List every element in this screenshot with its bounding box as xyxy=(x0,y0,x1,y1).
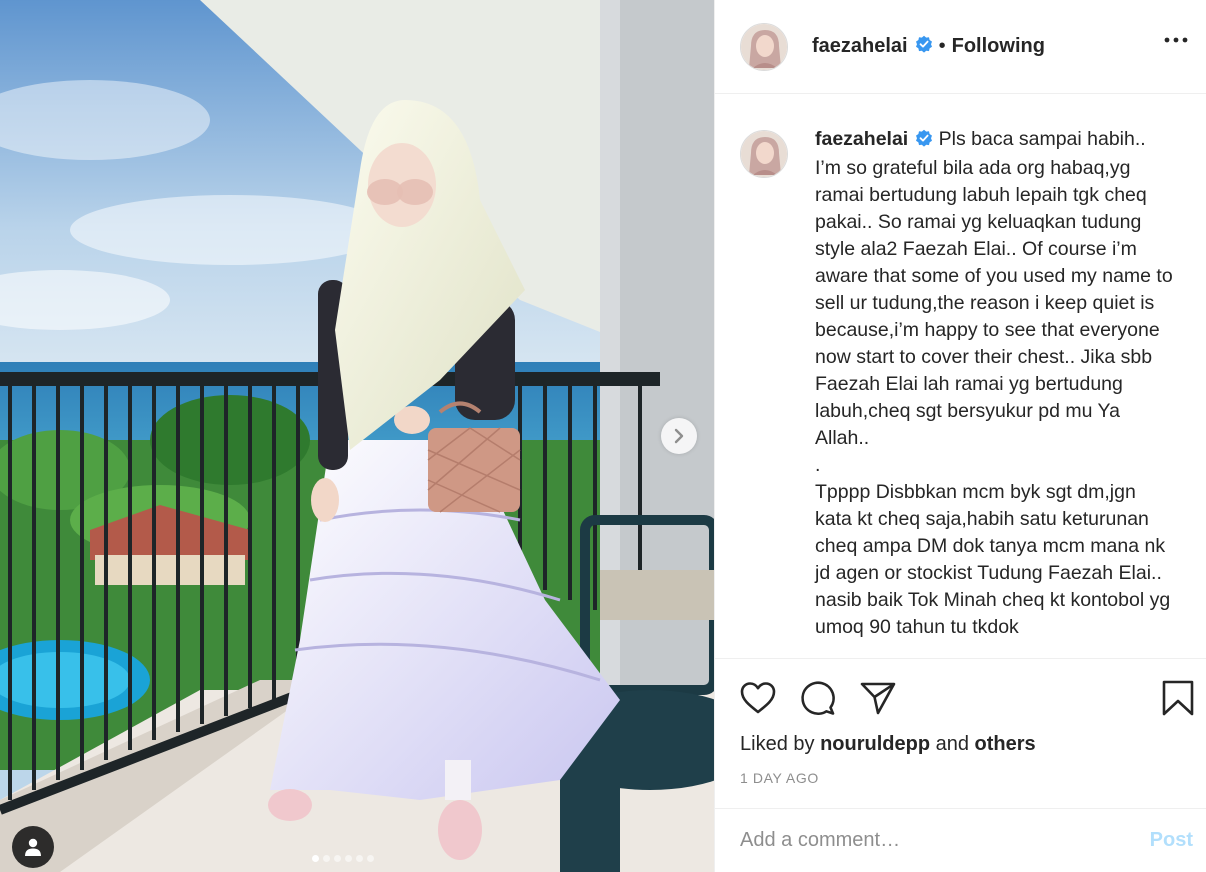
carousel-dot xyxy=(356,855,363,862)
carousel-indicator xyxy=(312,855,374,862)
action-icons xyxy=(739,679,897,717)
tagged-users-button[interactable] xyxy=(12,826,54,868)
profile-photo xyxy=(741,131,787,177)
caption-text: Pls baca sampai habih.. I’m so grateful … xyxy=(815,128,1173,638)
bookmark-icon[interactable] xyxy=(1159,679,1197,717)
paper-plane-icon[interactable] xyxy=(859,679,897,717)
likes-prefix: Liked by xyxy=(740,733,815,755)
user-tag-icon xyxy=(25,838,41,856)
post-timestamp[interactable]: 1 DAY AGO xyxy=(740,770,819,786)
post-photo[interactable] xyxy=(0,0,714,872)
liked-by-user-link[interactable]: nouruldepp xyxy=(820,733,930,755)
avatar[interactable] xyxy=(740,22,788,71)
carousel-dot xyxy=(334,855,341,862)
likes-summary: Liked by nouruldepp and others xyxy=(740,733,1036,756)
comment-input[interactable] xyxy=(740,829,1150,852)
caption-area: faezahelai Pls baca sampai habih.. I’m s… xyxy=(715,96,1206,658)
verified-badge-icon xyxy=(915,35,933,58)
comment-box: Post xyxy=(715,808,1206,872)
likes-others-link[interactable]: others xyxy=(975,733,1036,755)
post-side-panel: faezahelai • Following faezahelai Pls ba… xyxy=(714,0,1206,872)
carousel-dot xyxy=(323,855,330,862)
comment-icon[interactable] xyxy=(799,679,837,717)
caption-avatar[interactable] xyxy=(740,130,788,178)
verified-badge-icon xyxy=(915,128,933,155)
carousel-dot xyxy=(367,855,374,862)
likes-conjunction: and xyxy=(935,733,969,755)
heart-icon[interactable] xyxy=(739,679,777,717)
caption-username[interactable]: faezahelai xyxy=(815,128,908,150)
profile-photo xyxy=(741,23,787,70)
post-actions: Liked by nouruldepp and others 1 DAY AGO xyxy=(715,658,1206,808)
post-header: faezahelai • Following xyxy=(715,0,1206,94)
carousel-dot xyxy=(312,855,319,862)
more-horizontal-icon xyxy=(1164,37,1188,43)
chevron-right-icon xyxy=(674,428,684,444)
header-separator: • xyxy=(938,35,946,57)
photo-scene xyxy=(0,0,714,872)
carousel-next-button[interactable] xyxy=(661,418,697,454)
more-options-button[interactable] xyxy=(1161,30,1191,50)
carousel-dot xyxy=(345,855,352,862)
post-caption: faezahelai Pls baca sampai habih.. I’m s… xyxy=(815,126,1175,658)
following-button[interactable]: Following xyxy=(952,35,1045,58)
instagram-post: faezahelai • Following faezahelai Pls ba… xyxy=(0,0,1206,872)
header-username[interactable]: faezahelai xyxy=(812,35,908,58)
post-comment-button[interactable]: Post xyxy=(1150,829,1193,852)
